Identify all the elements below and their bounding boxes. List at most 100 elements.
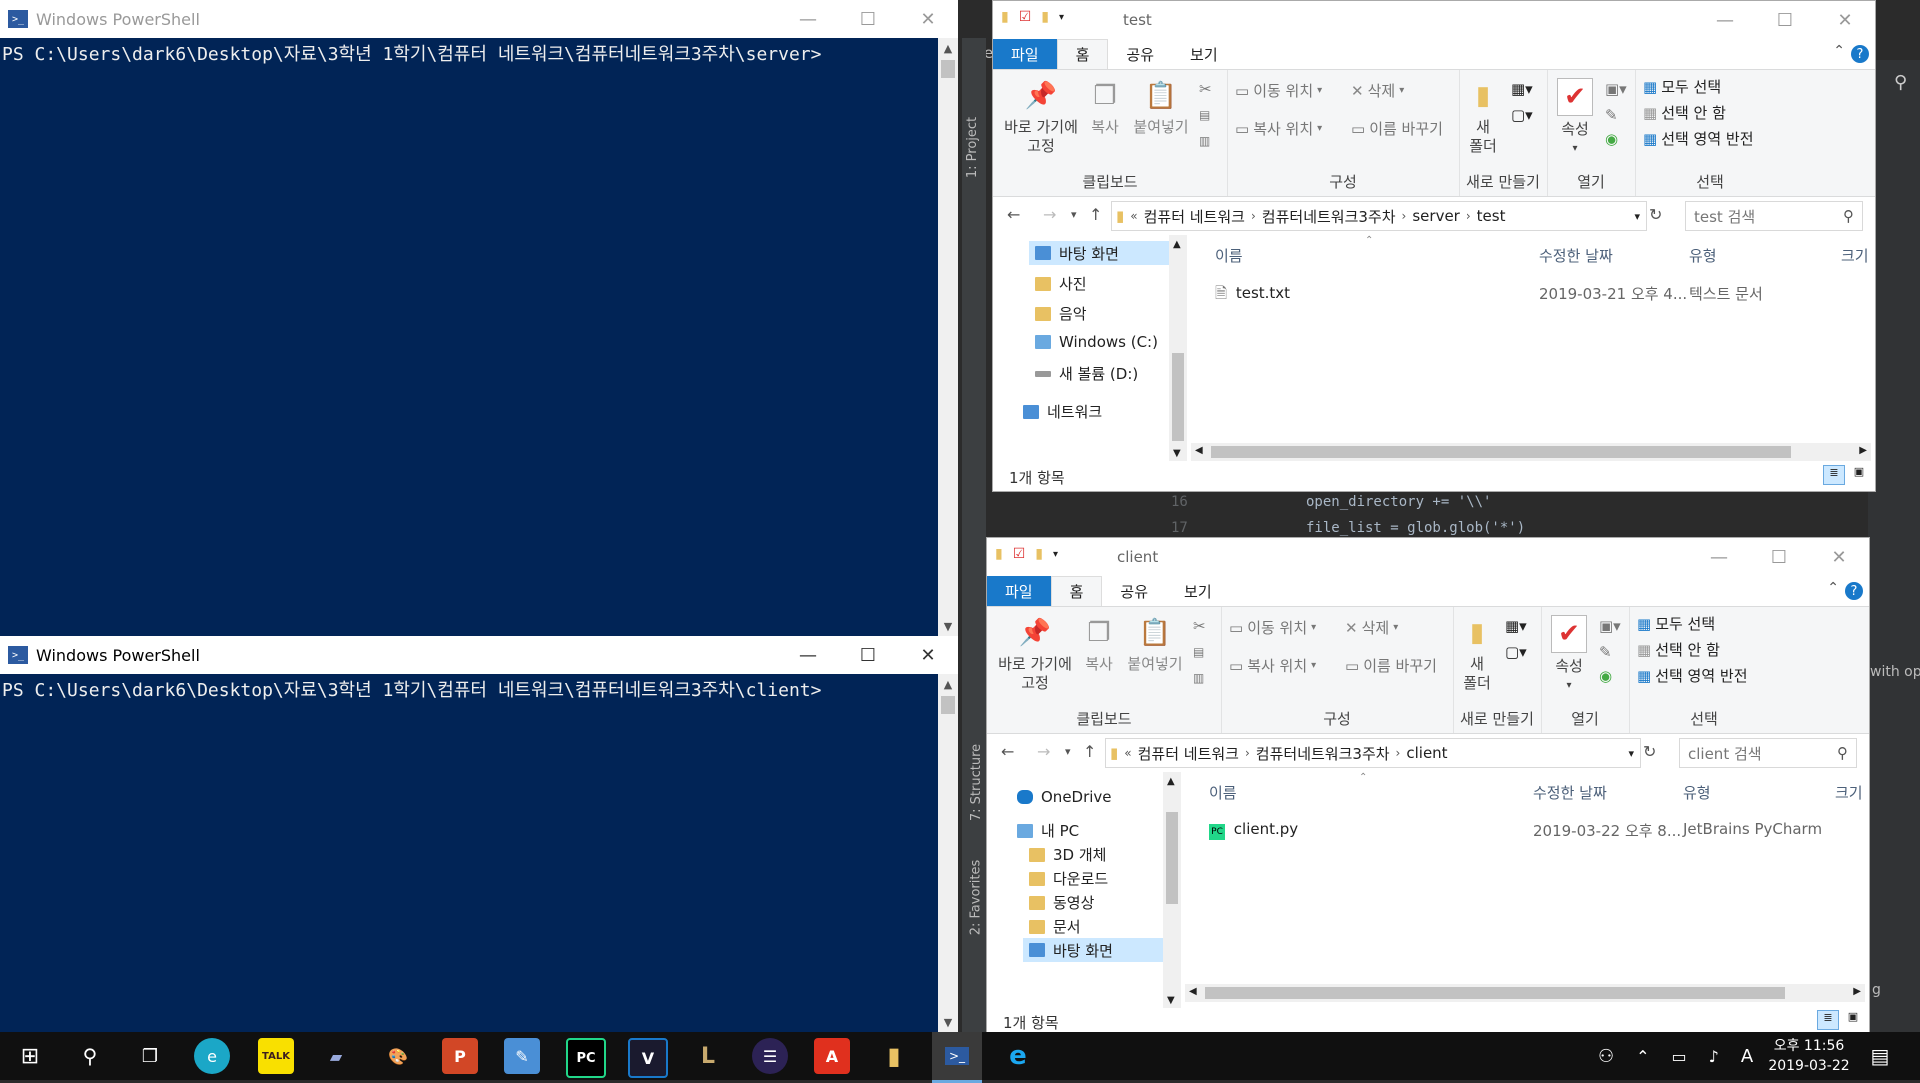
open-icon[interactable]: ▣▾ — [1599, 617, 1621, 635]
large-icons-view-icon[interactable]: ▣ — [1849, 465, 1869, 483]
maximize-icon[interactable]: ☐ — [1749, 538, 1809, 576]
rename-button[interactable]: ▭ 이름 바꾸기 — [1351, 118, 1443, 139]
paint3d-app-icon[interactable]: ✎ — [504, 1038, 540, 1074]
ide-search-icon[interactable]: ⚲ — [1894, 72, 1907, 93]
rename-button[interactable]: ▭ 이름 바꾸기 — [1345, 655, 1437, 676]
forward-icon[interactable]: → — [1043, 205, 1056, 224]
horizontal-scrollbar[interactable]: ◀ ▶ — [1185, 984, 1865, 1002]
minimize-icon[interactable]: — — [1695, 1, 1755, 39]
maximize-icon[interactable]: ☐ — [838, 636, 898, 674]
new-item-icon[interactable]: ▦▾ — [1505, 617, 1527, 635]
tab-home[interactable]: 홈 — [1050, 576, 1103, 606]
horizontal-scrollbar[interactable]: ◀ ▶ — [1191, 443, 1871, 461]
tree-item[interactable]: 새 볼륨 (D:) — [1035, 363, 1138, 384]
help-icon[interactable]: ? — [1851, 45, 1869, 63]
chevron-right-icon[interactable]: › — [1396, 746, 1401, 760]
tab-home[interactable]: 홈 — [1056, 39, 1109, 69]
scroll-down-icon[interactable]: ▼ — [938, 1012, 958, 1032]
tree-item[interactable]: 동영상 — [1029, 892, 1094, 913]
breadcrumb-item[interactable]: 컴퓨터 네트워크 — [1144, 206, 1245, 227]
tree-item[interactable]: 음악 — [1035, 303, 1087, 324]
pin-button[interactable]: 📌 바로 가기에 고정 — [1001, 78, 1081, 156]
chevron-right-icon[interactable]: › — [1402, 209, 1407, 223]
details-view-icon[interactable]: ≣ — [1823, 465, 1845, 485]
scroll-thumb[interactable] — [1205, 987, 1785, 999]
scroll-left-icon[interactable]: ◀ — [1195, 445, 1203, 456]
select-none-button[interactable]: ▦ 선택 안 함 — [1637, 639, 1720, 660]
refresh-icon[interactable]: ↻ — [1649, 205, 1662, 224]
search-input[interactable]: client 검색 ⚲ — [1679, 738, 1857, 768]
delete-button[interactable]: ✕ 삭제 ▾ — [1345, 617, 1398, 638]
edge-app-icon[interactable]: e — [194, 1038, 230, 1074]
nav-scrollbar[interactable]: ▲ ▼ — [1163, 772, 1181, 1008]
collapse-ribbon-icon[interactable]: ⌃ — [1833, 43, 1845, 59]
history-icon[interactable]: ◉ — [1605, 130, 1618, 148]
open-icon[interactable]: ▣▾ — [1605, 80, 1627, 98]
breadcrumb-item[interactable]: test — [1477, 207, 1506, 225]
invert-selection-button[interactable]: ▦ 선택 영역 반전 — [1637, 665, 1748, 686]
search-icon[interactable]: ⚲ — [1843, 207, 1854, 225]
file-row[interactable]: PC client.py 2019-03-22 오후 8... JetBrain… — [1209, 820, 1859, 840]
start-windows-icon[interactable]: ⊞ — [12, 1038, 48, 1074]
ime-indicator[interactable]: A — [1741, 1046, 1753, 1067]
scroll-up-icon[interactable]: ▲ — [938, 674, 958, 694]
history-icon[interactable]: ◉ — [1599, 667, 1612, 685]
scroll-thumb[interactable] — [941, 60, 955, 78]
select-all-button[interactable]: ▦ 모두 선택 — [1637, 613, 1715, 634]
recent-dropdown-icon[interactable]: ▾ — [1071, 208, 1077, 221]
new-folder-button[interactable]: ▮ 새 폴더 — [1463, 78, 1503, 156]
properties-check-icon[interactable]: ☑ — [1013, 546, 1026, 562]
clock[interactable]: 오후 11:56 2019-03-22 — [1764, 1036, 1854, 1076]
tab-view[interactable]: 보기 — [1172, 39, 1236, 69]
scroll-thumb[interactable] — [1166, 812, 1178, 904]
scroll-up-icon[interactable]: ▲ — [938, 38, 958, 58]
minimize-icon[interactable]: — — [1689, 538, 1749, 576]
title-bar[interactable]: ▮ ☑ ▮ ▾ client — ☐ ✕ — [987, 538, 1869, 576]
tree-item[interactable]: 다운로드 — [1029, 868, 1108, 889]
pycharm-app-icon[interactable]: PC — [566, 1038, 606, 1078]
scroll-down-icon[interactable]: ▼ — [938, 616, 958, 636]
up-icon[interactable]: ↑ — [1089, 205, 1102, 224]
paste-button[interactable]: 📋 붙여넣기 — [1123, 615, 1187, 674]
scroll-up-icon[interactable]: ▲ — [1173, 239, 1181, 250]
tab-view[interactable]: 보기 — [1166, 576, 1230, 606]
customize-dropdown-icon[interactable]: ▾ — [1059, 12, 1064, 23]
chevron-right-icon[interactable]: › — [1245, 746, 1250, 760]
eclipse-app-icon[interactable]: ☰ — [752, 1038, 788, 1074]
new-folder-icon[interactable]: ▮ — [1035, 546, 1043, 562]
explorer-window-client[interactable]: ▮ ☑ ▮ ▾ client — ☐ ✕ 파일 홈 공유 보기 ⌃ ? 📌 바로… — [986, 537, 1870, 1034]
easy-access-icon[interactable]: ▢▾ — [1505, 643, 1527, 661]
kakaotalk-app-icon[interactable]: TALK — [258, 1038, 294, 1074]
tree-item[interactable]: 내 PC — [1017, 820, 1079, 841]
copy-path-icon[interactable]: ▤ — [1193, 645, 1204, 659]
address-bar[interactable]: ▮ « 컴퓨터 네트워크 › 컴퓨터네트워크3주차 › server › test ▾ — [1111, 201, 1647, 231]
edit-icon[interactable]: ✎ — [1605, 106, 1618, 124]
breadcrumb-item[interactable]: 컴퓨터 네트워크 — [1138, 743, 1239, 764]
customize-dropdown-icon[interactable]: ▾ — [1053, 549, 1058, 560]
up-icon[interactable]: ↑ — [1083, 742, 1096, 761]
column-date[interactable]: 수정한 날짜 — [1533, 782, 1607, 803]
visual-app-icon[interactable]: V — [628, 1038, 668, 1078]
new-folder-icon[interactable]: ▮ — [1041, 9, 1049, 25]
column-name[interactable]: 이름 — [1209, 782, 1237, 803]
chevron-up-icon[interactable]: ⌃ — [1636, 1047, 1649, 1066]
volume-icon[interactable]: ♪ — [1709, 1047, 1719, 1066]
copy-to-button[interactable]: ▭ 복사 위치 ▾ — [1229, 655, 1316, 676]
explorer-window-test[interactable]: ▮ ☑ ▮ ▾ test — ☐ ✕ 파일 홈 공유 보기 ⌃ ? 📌 바로 가… — [992, 0, 1876, 492]
minimize-icon[interactable]: — — [778, 0, 838, 38]
task-view-icon[interactable]: ❐ — [132, 1038, 168, 1074]
close-icon[interactable]: ✕ — [1815, 1, 1875, 39]
column-name[interactable]: 이름 — [1215, 245, 1243, 266]
scroll-thumb[interactable] — [1172, 353, 1184, 441]
breadcrumb-item[interactable]: 컴퓨터네트워크3주차 — [1256, 743, 1390, 764]
search-icon[interactable]: ⚲ — [1837, 744, 1848, 762]
select-none-button[interactable]: ▦ 선택 안 함 — [1643, 102, 1726, 123]
address-dropdown-icon[interactable]: ▾ — [1628, 747, 1634, 760]
delete-button[interactable]: ✕ 삭제 ▾ — [1351, 80, 1404, 101]
paste-button[interactable]: 📋 붙여넣기 — [1129, 78, 1193, 137]
properties-check-icon[interactable]: ☑ — [1019, 9, 1032, 25]
address-dropdown-icon[interactable]: ▾ — [1634, 210, 1640, 223]
new-item-icon[interactable]: ▦▾ — [1511, 80, 1533, 98]
new-folder-button[interactable]: ▮ 새 폴더 — [1457, 615, 1497, 693]
scroll-left-icon[interactable]: ◀ — [1189, 986, 1197, 997]
